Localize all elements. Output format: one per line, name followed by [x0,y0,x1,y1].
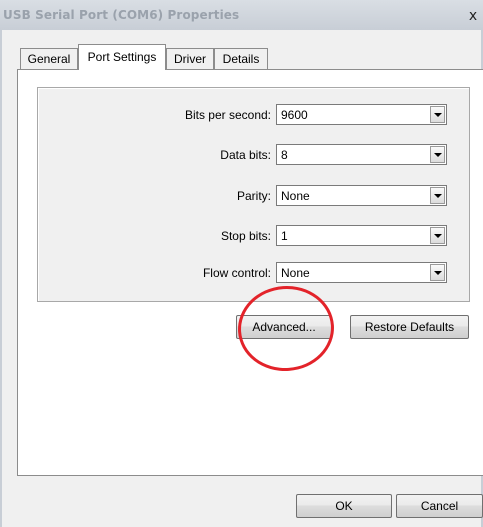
flow-control-select[interactable]: None [276,262,447,283]
tab-port-settings[interactable]: Port Settings [78,44,166,70]
restore-defaults-button[interactable]: Restore Defaults [350,315,469,339]
stop-bits-label: Stop bits: [220,229,271,243]
parity-label: Parity: [236,189,271,203]
chevron-down-icon[interactable] [430,264,445,281]
data-bits-value: 8 [281,148,288,162]
parity-select[interactable]: None [276,185,447,206]
bits-per-second-value: 9600 [281,108,308,122]
ok-button[interactable]: OK [296,494,392,518]
close-icon[interactable]: x [462,6,483,26]
chevron-down-icon[interactable] [430,227,445,244]
parity-value: None [281,189,310,203]
tab-driver[interactable]: Driver [166,48,214,69]
flow-control-label: Flow control: [202,266,271,280]
cancel-button[interactable]: Cancel [396,494,483,518]
bits-per-second-label: Bits per second: [184,108,271,122]
flow-control-value: None [281,266,310,280]
stop-bits-value: 1 [281,229,288,243]
window-title: USB Serial Port (COM6) Properties [3,8,240,22]
advanced-button[interactable]: Advanced... [236,315,332,339]
bits-per-second-select[interactable]: 9600 [276,104,447,125]
stop-bits-select[interactable]: 1 [276,225,447,246]
tab-details[interactable]: Details [214,48,268,69]
chevron-down-icon[interactable] [430,187,445,204]
chevron-down-icon[interactable] [430,146,445,163]
title-bar: USB Serial Port (COM6) Properties x [0,0,483,30]
window-left-border [0,30,2,527]
tab-general[interactable]: General [20,48,78,69]
chevron-down-icon[interactable] [430,106,445,123]
data-bits-select[interactable]: 8 [276,144,447,165]
data-bits-label: Data bits: [220,148,271,162]
